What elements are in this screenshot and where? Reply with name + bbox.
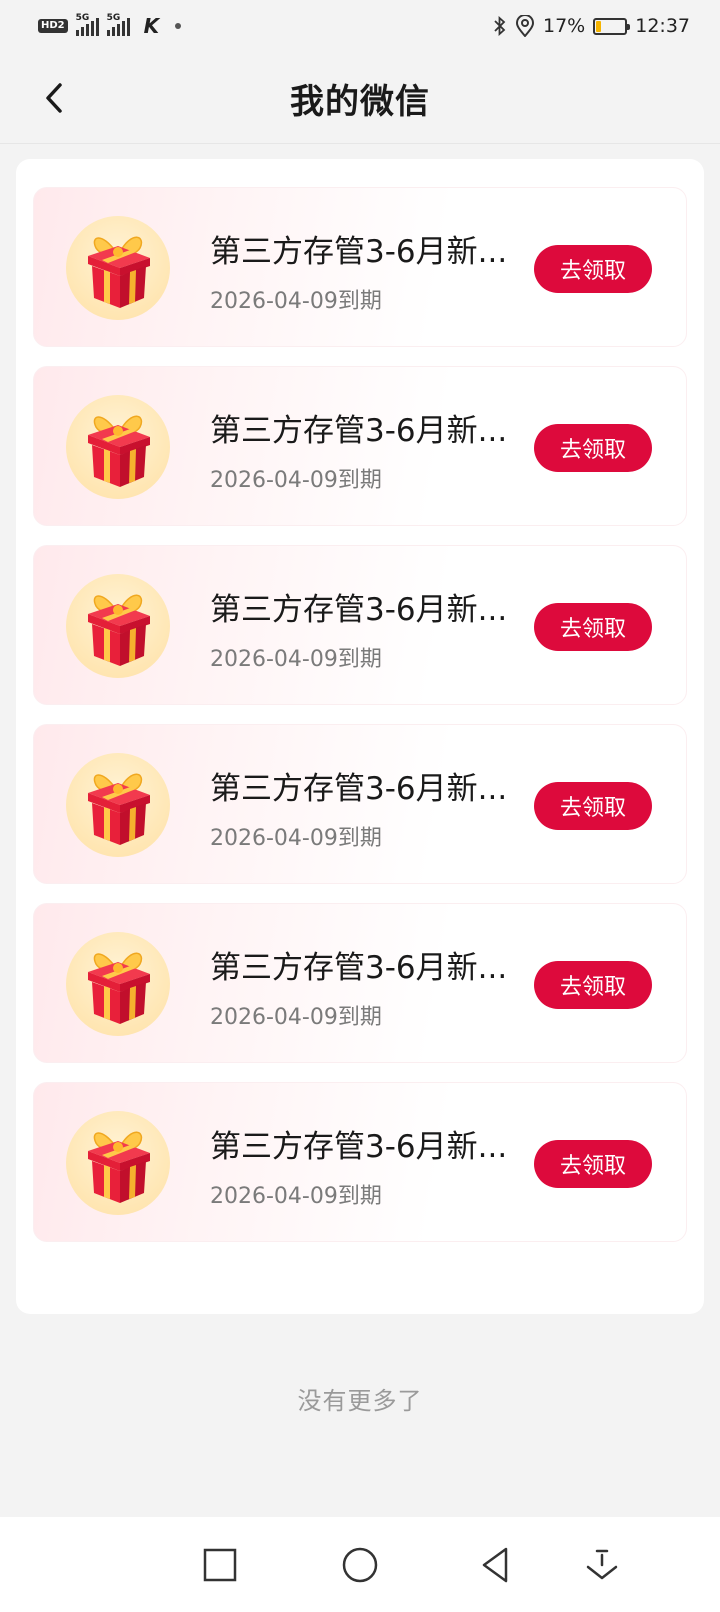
location-icon (515, 15, 535, 37)
gift-box-icon (88, 773, 150, 845)
claim-button[interactable]: 去领取 (534, 961, 652, 1009)
status-bar: HD2 5G 5G K 17% 12:37 (0, 0, 720, 52)
coupon-title: 第三方存管3-6月新... (210, 234, 508, 270)
gift-box-icon (88, 1131, 150, 1203)
circle-icon (342, 1547, 378, 1583)
clock: 12:37 (635, 15, 690, 37)
app-k-icon: K (143, 14, 160, 38)
battery-percent: 17% (543, 15, 586, 37)
coupon-expiry-date: 2026-04-09到期 (210, 289, 382, 314)
coupon-card: 第三方存管3-6月新... 2026-04-09到期 去领取 (33, 1082, 687, 1242)
coupon-expiry-date: 2026-04-09到期 (210, 1184, 382, 1209)
signal-label: 5G (106, 13, 121, 23)
gift-box-icon (66, 216, 170, 320)
coupon-title: 第三方存管3-6月新... (210, 1129, 508, 1165)
gift-box-icon (88, 415, 150, 487)
claim-button[interactable]: 去领取 (534, 603, 652, 651)
hd-badge: HD2 (38, 19, 68, 33)
battery-icon (593, 17, 631, 35)
coupon-title: 第三方存管3-6月新... (210, 413, 508, 449)
claim-button[interactable]: 去领取 (534, 424, 652, 472)
bluetooth-icon (494, 15, 506, 37)
notification-dot-icon (175, 23, 182, 29)
coupon-card: 第三方存管3-6月新... 2026-04-09到期 去领取 (33, 903, 687, 1063)
gift-box-icon (88, 952, 150, 1024)
battery-fill (596, 20, 601, 32)
notification-pull-button[interactable] (582, 1545, 622, 1585)
coupon-card: 第三方存管3-6月新... 2026-04-09到期 去领取 (33, 187, 687, 347)
coupon-list-panel: 第三方存管3-6月新... 2026-04-09到期 去领取 第三方存管3-6月… (16, 159, 704, 1314)
app-header: 我的微信 (0, 52, 720, 144)
home-button[interactable] (340, 1545, 380, 1585)
coupon-title: 第三方存管3-6月新... (210, 950, 508, 986)
recent-apps-button[interactable] (200, 1545, 240, 1585)
status-right: 17% 12:37 (493, 15, 690, 37)
gift-box-icon (88, 594, 150, 666)
page-title: 我的微信 (290, 82, 430, 122)
coupon-expiry-date: 2026-04-09到期 (210, 826, 382, 851)
gift-box-icon (66, 395, 170, 499)
coupon-card: 第三方存管3-6月新... 2026-04-09到期 去领取 (33, 724, 687, 884)
down-arrow-icon (586, 1549, 618, 1580)
coupon-card: 第三方存管3-6月新... 2026-04-09到期 去领取 (33, 545, 687, 705)
coupon-expiry-date: 2026-04-09到期 (210, 468, 382, 493)
coupon-title: 第三方存管3-6月新... (210, 771, 508, 807)
signal-icon: 5G (75, 13, 99, 36)
signal-label: 5G (75, 13, 90, 23)
status-left: HD2 5G 5G K (38, 13, 182, 38)
back-nav-button[interactable] (476, 1545, 516, 1585)
claim-button[interactable]: 去领取 (534, 782, 652, 830)
gift-box-icon (66, 1111, 170, 1215)
square-icon (203, 1548, 237, 1582)
coupon-expiry-date: 2026-04-09到期 (210, 647, 382, 672)
coupon-title: 第三方存管3-6月新... (210, 592, 508, 628)
claim-button[interactable]: 去领取 (534, 245, 652, 293)
gift-box-icon (66, 753, 170, 857)
no-more-text: 没有更多了 (297, 1387, 423, 1415)
gift-box-icon (88, 236, 150, 308)
coupon-expiry-date: 2026-04-09到期 (210, 1005, 382, 1030)
gift-box-icon (66, 932, 170, 1036)
signal-icon: 5G (106, 13, 130, 36)
system-navigation-bar (0, 1517, 720, 1612)
gift-box-icon (66, 574, 170, 678)
coupon-card: 第三方存管3-6月新... 2026-04-09到期 去领取 (33, 366, 687, 526)
triangle-back-icon (482, 1547, 508, 1583)
claim-button[interactable]: 去领取 (534, 1140, 652, 1188)
